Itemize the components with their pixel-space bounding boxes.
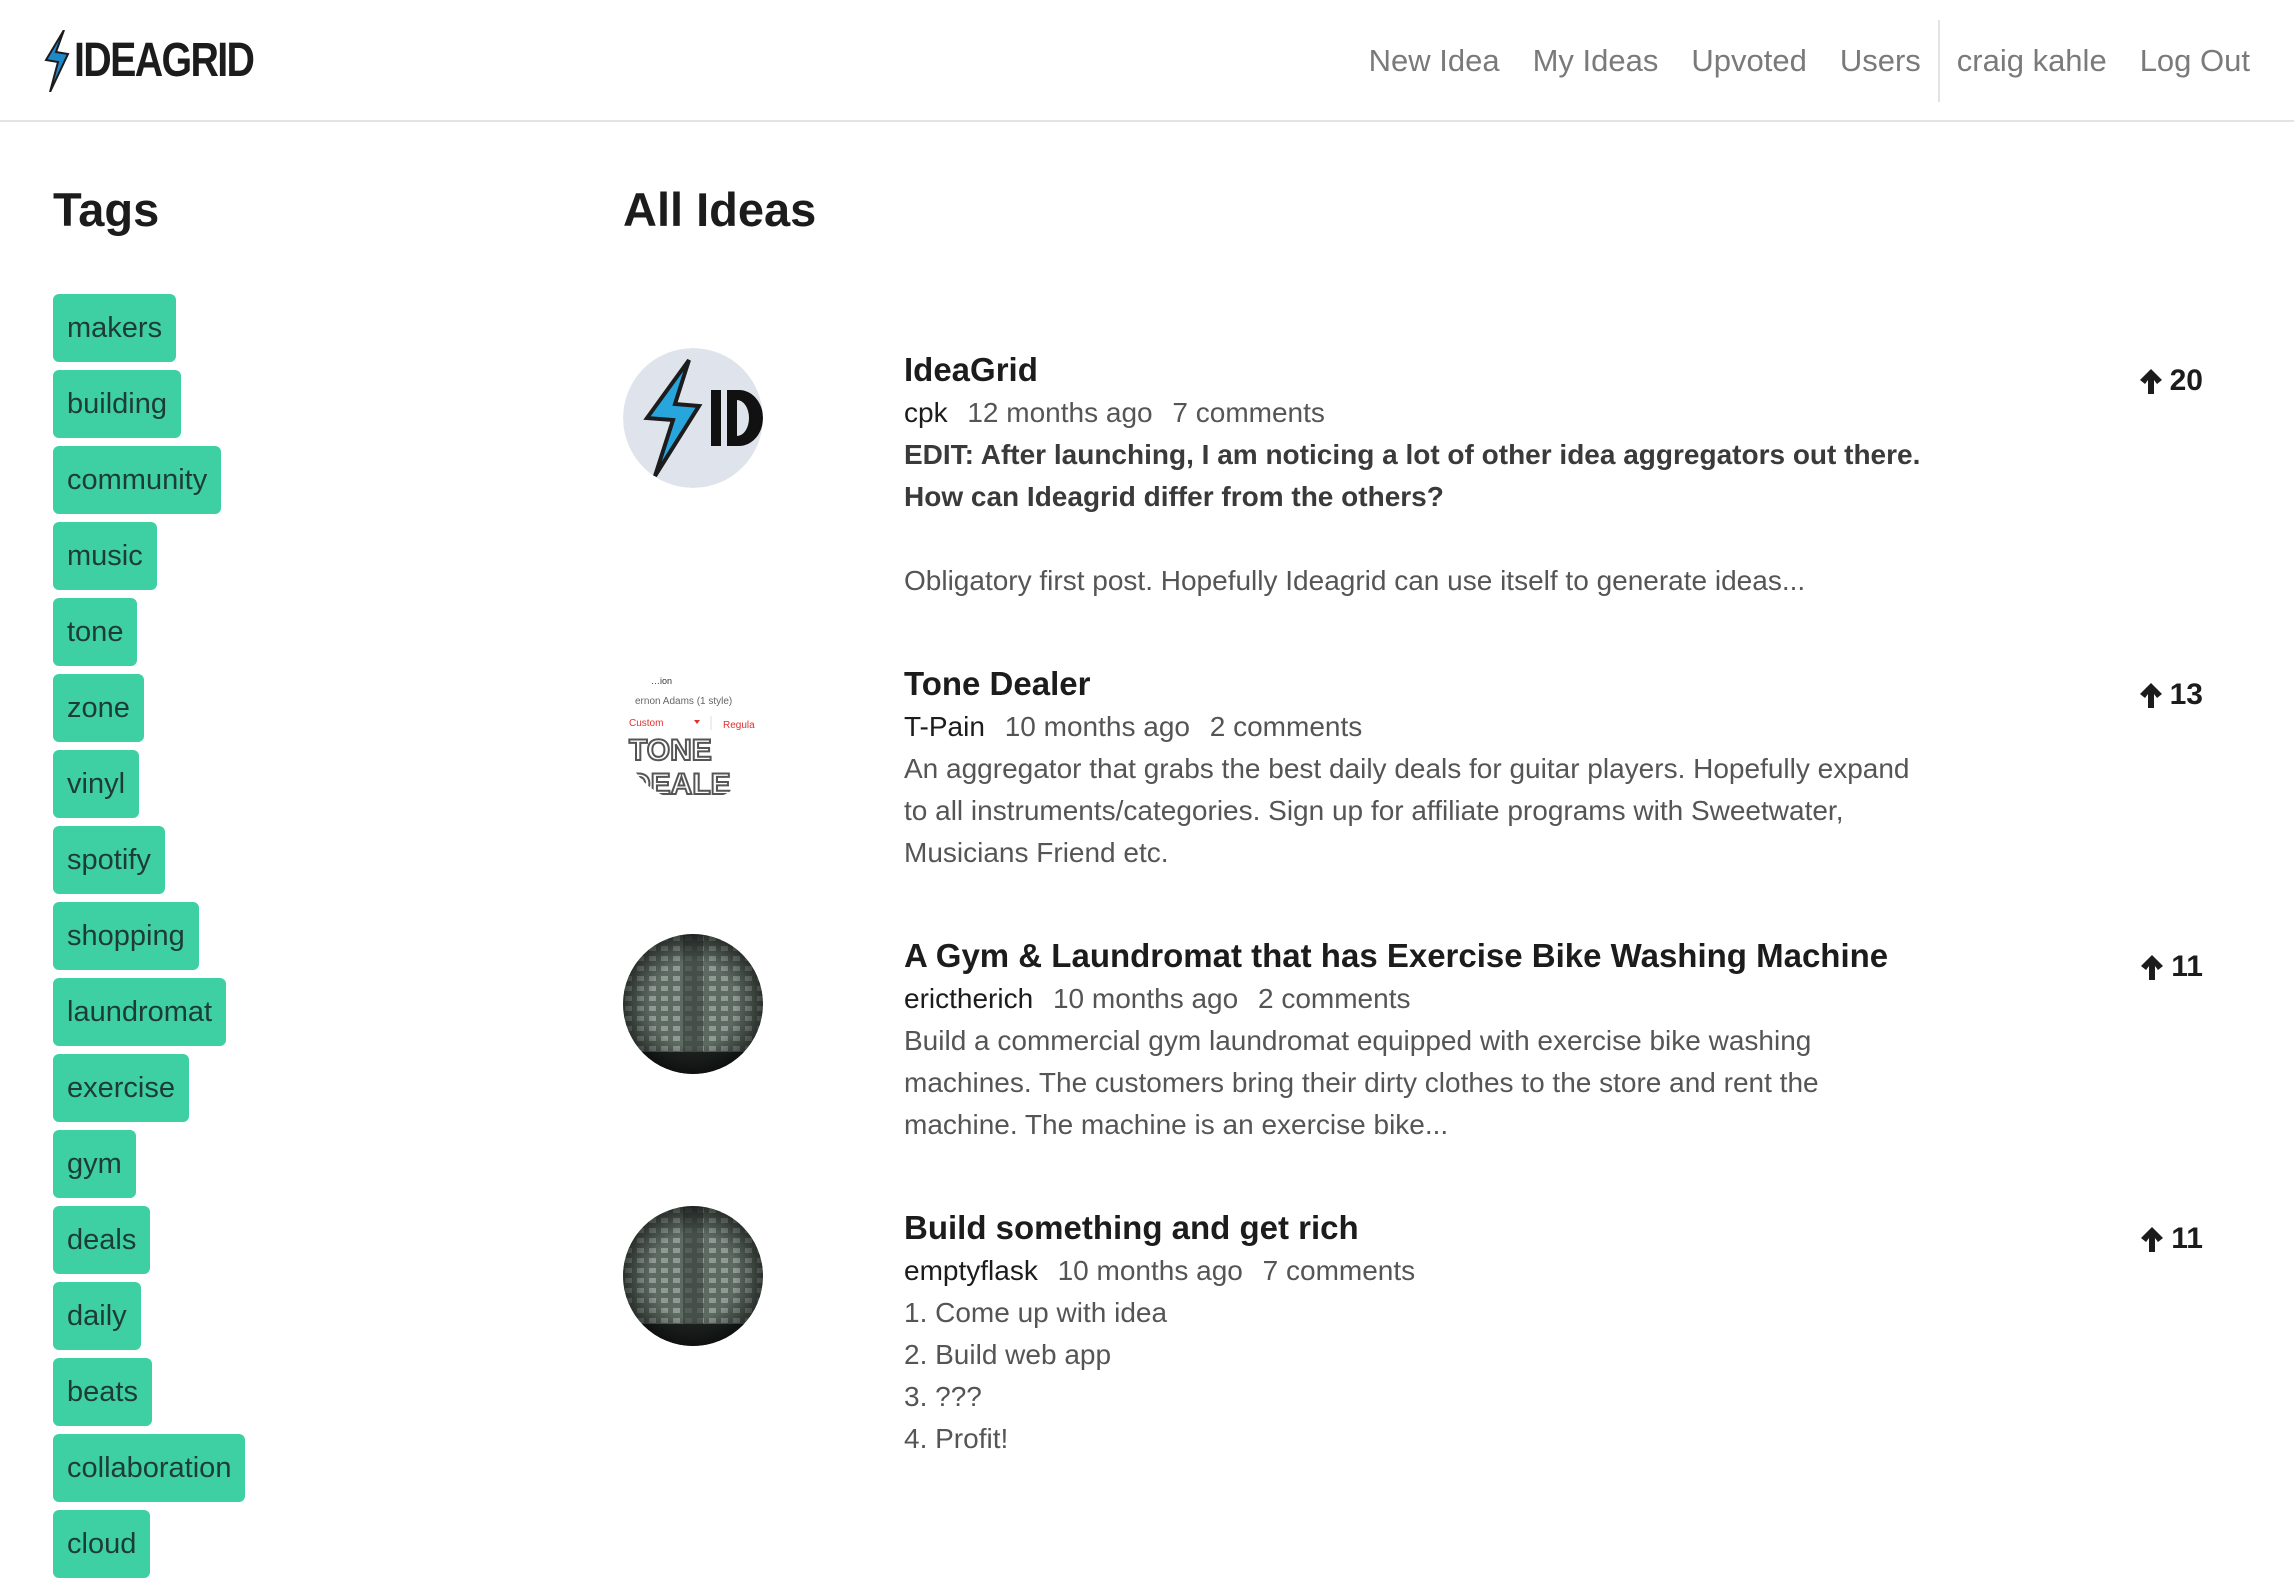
lightning-bolt-icon xyxy=(44,30,70,92)
page-title: All Ideas xyxy=(623,183,817,236)
tag-gym[interactable]: gym xyxy=(53,1130,136,1198)
ideagrid-logo-icon xyxy=(623,348,763,488)
tag-beats[interactable]: beats xyxy=(53,1358,152,1426)
building-photo-icon xyxy=(623,934,763,1074)
tag-list: makers building community music tone zon… xyxy=(53,294,453,1578)
tag-shopping[interactable]: shopping xyxy=(53,902,199,970)
idea-description: Build a commercial gym laundromat equipp… xyxy=(904,1025,1819,1140)
idea-content: Build something and get rich emptyflask … xyxy=(904,1206,1964,1460)
idea-description: 1. Come up with idea 2. Build web app 3.… xyxy=(904,1297,1168,1454)
idea-time: 10 months ago xyxy=(1004,711,1190,742)
idea-title[interactable]: Build something and get rich xyxy=(904,1206,1964,1250)
idea-content: IdeaGrid cpk 12 months ago 7 comments ED… xyxy=(904,348,1964,602)
tag-building[interactable]: building xyxy=(53,370,181,438)
idea-meta: erictherich 10 months ago 2 comments xyxy=(904,978,1964,1020)
nav-users[interactable]: Users xyxy=(1840,43,1921,79)
vote-count: 20 xyxy=(2169,364,2203,397)
idea-edit-line-2: How can Ideagrid differ from the others? xyxy=(904,481,1444,512)
tag-exercise[interactable]: exercise xyxy=(53,1054,189,1122)
idea-meta: emptyflask 10 months ago 7 comments xyxy=(904,1250,1964,1292)
ideas-main: All Ideas IdeaGrid cpk 12 months ago 7 c… xyxy=(623,180,2243,1454)
idea-comments-link[interactable]: 7 comments xyxy=(1263,1255,1416,1286)
idea-edit-note: EDIT: After launching, I am noticing a l… xyxy=(904,434,1964,518)
nav-log-out[interactable]: Log Out xyxy=(2140,43,2250,79)
nav-user-profile[interactable]: craig kahle xyxy=(1957,43,2107,79)
top-navbar: IDEAGRID New Idea My Ideas Upvoted Users… xyxy=(0,0,2294,122)
idea-author[interactable]: T-Pain xyxy=(904,711,985,742)
thumb-text-style: ernon Adams (1 style) xyxy=(635,696,732,707)
tag-daily[interactable]: daily xyxy=(53,1282,141,1350)
tags-heading: Tags xyxy=(53,183,160,236)
upvote-button[interactable]: 20 xyxy=(2138,364,2203,398)
tag-deals[interactable]: deals xyxy=(53,1206,151,1274)
idea-author[interactable]: emptyflask xyxy=(904,1255,1038,1286)
idea-meta: T-Pain 10 months ago 2 comments xyxy=(904,706,1964,748)
idea-content: A Gym & Laundromat that has Exercise Bik… xyxy=(904,934,1964,1146)
tag-tone[interactable]: tone xyxy=(53,598,138,666)
idea-time: 12 months ago xyxy=(967,397,1153,428)
idea-comments-link[interactable]: 2 comments xyxy=(1210,711,1363,742)
idea-thumbnail[interactable] xyxy=(623,934,763,1074)
arrow-up-icon xyxy=(2141,955,2164,980)
tone-dealer-logo-icon: …ion ernon Adams (1 style) Custom Regula… xyxy=(628,676,755,802)
arrow-up-icon xyxy=(2141,1227,2164,1252)
tag-laundromat[interactable]: laundromat xyxy=(53,978,227,1046)
building-photo-icon xyxy=(623,1206,763,1346)
tag-cloud[interactable]: cloud xyxy=(53,1510,151,1578)
idea-thumbnail[interactable]: …ion ernon Adams (1 style) Custom Regula… xyxy=(623,662,763,802)
idea-title[interactable]: A Gym & Laundromat that has Exercise Bik… xyxy=(904,934,1964,978)
upvote-button[interactable]: 11 xyxy=(2139,1222,2203,1256)
vote-count: 11 xyxy=(2171,1222,2203,1255)
nav-new-idea[interactable]: New Idea xyxy=(1369,43,1500,79)
upvote-button[interactable]: 11 xyxy=(2139,950,2203,984)
tag-spotify[interactable]: spotify xyxy=(53,826,165,894)
upvote-button[interactable]: 13 xyxy=(2138,678,2203,712)
arrow-up-icon xyxy=(2139,683,2162,708)
thumb-text-top: …ion xyxy=(651,676,672,686)
idea-edit-line-1: EDIT: After launching, I am noticing a l… xyxy=(904,439,1921,470)
idea-comments-link[interactable]: 2 comments xyxy=(1258,983,1411,1014)
brand-name: IDEAGRID xyxy=(74,34,255,87)
idea-thumbnail[interactable] xyxy=(623,1206,763,1346)
tag-makers[interactable]: makers xyxy=(53,294,177,362)
vote-count: 13 xyxy=(2169,678,2203,711)
nav-divider xyxy=(1937,20,1940,102)
idea-time: 10 months ago xyxy=(1057,1255,1243,1286)
idea-title[interactable]: IdeaGrid xyxy=(904,348,1964,392)
thumb-text-line2: DEALE xyxy=(629,768,731,801)
nav-my-ideas[interactable]: My Ideas xyxy=(1533,43,1659,79)
tag-music[interactable]: music xyxy=(53,522,157,590)
thumb-text-regular: Regula xyxy=(723,720,755,731)
arrow-up-icon xyxy=(2139,369,2162,394)
thumb-text-line1: TONE xyxy=(629,734,712,767)
nav-upvoted[interactable]: Upvoted xyxy=(1691,43,1806,79)
idea-description: An aggregator that grabs the best daily … xyxy=(904,753,1910,868)
idea-title[interactable]: Tone Dealer xyxy=(904,662,1964,706)
idea-thumbnail[interactable] xyxy=(623,348,763,488)
idea-meta: cpk 12 months ago 7 comments xyxy=(904,392,1964,434)
idea-time: 10 months ago xyxy=(1052,983,1239,1014)
tag-community[interactable]: community xyxy=(53,446,222,514)
brand-logo[interactable]: IDEAGRID xyxy=(44,30,293,92)
idea-author[interactable]: cpk xyxy=(904,397,948,428)
tag-collaboration[interactable]: collaboration xyxy=(53,1434,246,1502)
vote-count: 11 xyxy=(2171,950,2203,983)
thumb-text-custom: Custom xyxy=(629,718,663,729)
main-nav: New Idea My Ideas Upvoted Users craig ka… xyxy=(1336,0,2250,122)
tag-vinyl[interactable]: vinyl xyxy=(53,750,140,818)
idea-description: Obligatory first post. Hopefully Ideagri… xyxy=(904,565,1806,596)
tag-zone[interactable]: zone xyxy=(53,674,144,742)
idea-author[interactable]: erictherich xyxy=(904,983,1033,1014)
tags-sidebar: Tags makers building community music ton… xyxy=(53,180,453,1586)
idea-comments-link[interactable]: 7 comments xyxy=(1172,397,1325,428)
idea-content: Tone Dealer T-Pain 10 months ago 2 comme… xyxy=(904,662,1964,874)
